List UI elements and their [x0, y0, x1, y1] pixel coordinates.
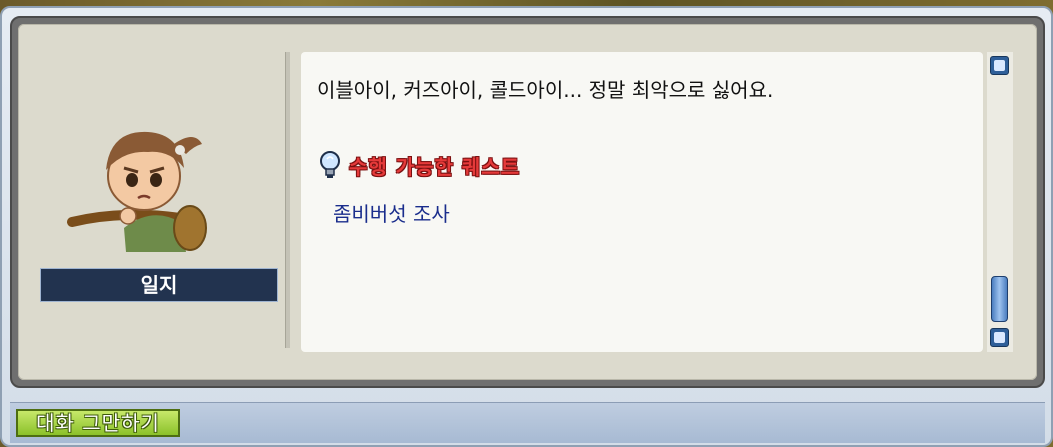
- dialog-text-box: 이블아이, 커즈아이, 콜드아이... 정말 최악으로 싫어요. 수행 가능한 …: [301, 52, 983, 352]
- scroll-up-button[interactable]: [990, 56, 1009, 75]
- end-chat-button[interactable]: 대화 그만하기: [16, 409, 180, 437]
- scroll-thumb[interactable]: [991, 276, 1008, 322]
- arrow-down-icon: [994, 332, 1005, 343]
- quest-header-label: 수행 가능한 퀘스트: [349, 154, 521, 179]
- npc-sprite: [67, 131, 207, 252]
- npc-name-tag: 일지: [40, 268, 278, 302]
- available-quests-header: 수행 가능한 퀘스트: [317, 150, 520, 180]
- panel-divider: [285, 52, 290, 348]
- scroll-down-button[interactable]: [990, 328, 1009, 347]
- dialog-button-bar: 대화 그만하기: [10, 402, 1045, 443]
- dialog-scrollbar[interactable]: [987, 52, 1013, 352]
- arrow-up-icon: [994, 60, 1005, 71]
- npc-message: 이블아이, 커즈아이, 콜드아이... 정말 최악으로 싫어요.: [317, 78, 774, 102]
- npc-dialog-window: 일지 이블아이, 커즈아이, 콜드아이... 정말 최악으로 싫어요. 수행 가…: [0, 6, 1053, 447]
- quest-item[interactable]: 좀비버섯 조사: [333, 198, 450, 227]
- lightbulb-icon: [320, 151, 340, 178]
